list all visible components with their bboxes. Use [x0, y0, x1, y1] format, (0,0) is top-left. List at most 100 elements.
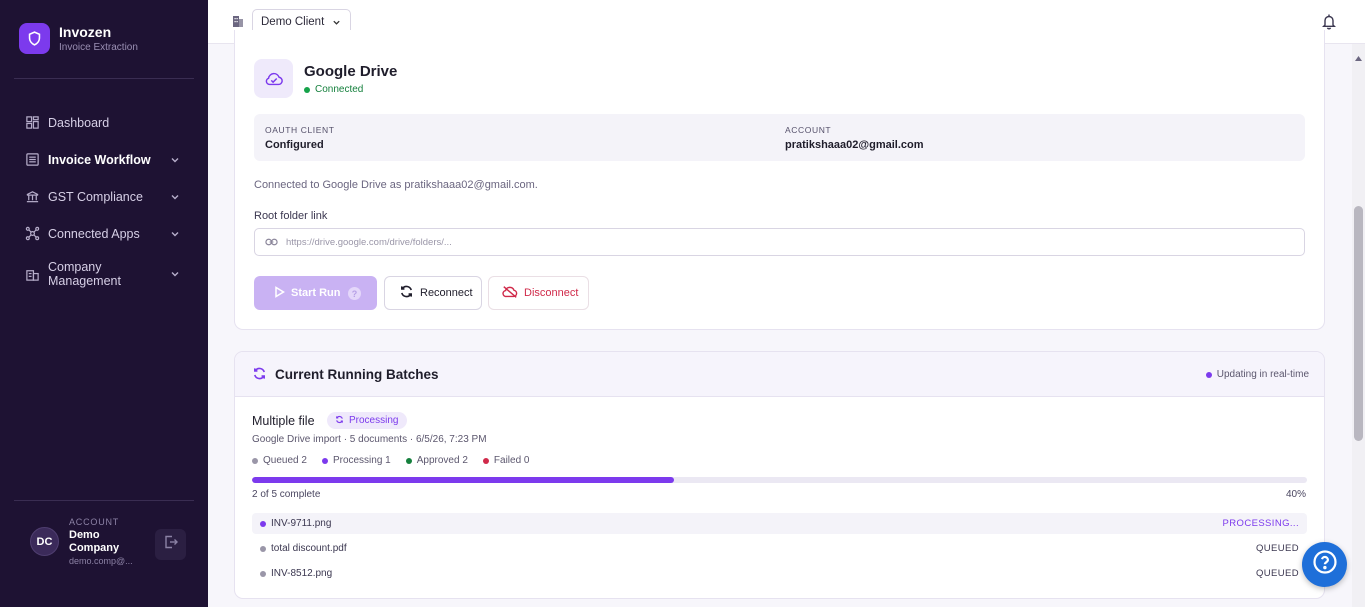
- realtime-dot: [1205, 371, 1212, 378]
- chevron-down-icon: [169, 228, 181, 240]
- question-circle-icon: [1312, 549, 1338, 580]
- sidebar-divider: [14, 78, 194, 79]
- count-queued: Queued 2: [252, 455, 307, 466]
- client-select-value: Demo Client: [261, 16, 325, 28]
- sidebar-item-label: Dashboard: [48, 115, 110, 130]
- sidebar: Invozen Invoice Extraction Dashboard Inv…: [0, 0, 208, 607]
- progress-fill: [252, 477, 674, 483]
- count-dot: [252, 457, 258, 464]
- sidebar-item-dashboard[interactable]: Dashboard: [0, 104, 208, 141]
- count-dot: [482, 457, 489, 464]
- scrollbar-thumb[interactable]: [1354, 206, 1363, 441]
- batch-counts: Queued 2 Processing 1 Approved 2 Failed …: [252, 455, 544, 466]
- disconnect-label: Disconnect: [524, 287, 579, 299]
- account-caption: ACCOUNT: [785, 125, 832, 135]
- file-status: QUEUED: [1255, 568, 1299, 579]
- apps-network-icon: [24, 226, 40, 242]
- logout-button[interactable]: [155, 529, 186, 560]
- page-scrollbar[interactable]: [1352, 44, 1365, 607]
- count-failed: Failed 0: [482, 455, 530, 466]
- sidebar-item-label: GST Compliance: [48, 189, 143, 204]
- chevron-down-icon: [332, 18, 341, 30]
- count-label: Approved 2: [416, 455, 468, 466]
- account-name: Demo Company: [69, 529, 120, 554]
- shield-logo-icon: [19, 23, 50, 54]
- status-dot: [304, 86, 310, 93]
- sync-icon: [252, 366, 267, 386]
- progress-bar: [252, 477, 1307, 483]
- refresh-icon: [399, 284, 420, 302]
- root-folder-input[interactable]: [286, 236, 1186, 248]
- chevron-down-icon: [169, 154, 181, 166]
- file-row[interactable]: INV-9711.png PROCESSING...: [252, 513, 1307, 534]
- help-button[interactable]: [1302, 542, 1347, 587]
- building-icon: [24, 266, 40, 282]
- reconnect-button[interactable]: Reconnect: [384, 276, 482, 310]
- link-icon: [265, 233, 278, 251]
- oauth-client-value: Configured: [265, 139, 324, 151]
- file-status-dot: [260, 520, 266, 527]
- connection-note: Connected to Google Drive as pratikshaaa…: [254, 179, 538, 191]
- integration-title: Google Drive: [304, 63, 398, 80]
- sidebar-item-company-management[interactable]: Company Management: [0, 252, 208, 296]
- sidebar-item-connected-apps[interactable]: Connected Apps: [0, 215, 208, 252]
- count-label: Processing 1: [332, 455, 391, 466]
- running-batches-card: Current Running Batches Updating in real…: [234, 351, 1325, 599]
- file-name: INV-9711.png: [271, 518, 332, 529]
- brand-subtitle: Invoice Extraction: [59, 42, 138, 53]
- count-label: Queued 2: [263, 455, 307, 466]
- reconnect-label: Reconnect: [420, 287, 473, 299]
- connection-info: OAUTH CLIENT Configured ACCOUNT pratiksh…: [254, 114, 1305, 161]
- dashboard-icon: [24, 115, 40, 131]
- cloud-check-icon: [254, 59, 293, 98]
- file-status-dot: [260, 570, 266, 577]
- sync-icon: [335, 415, 349, 427]
- connection-status-text: Connected: [315, 84, 364, 95]
- brand[interactable]: Invozen Invoice Extraction: [19, 23, 138, 54]
- count-label: Failed 0: [493, 455, 530, 466]
- sidebar-item-invoice-workflow[interactable]: Invoice Workflow: [0, 141, 208, 178]
- realtime-indicator: Updating in real-time: [1205, 369, 1309, 380]
- status-badge: Processing: [327, 412, 408, 429]
- connection-status: Connected: [304, 84, 363, 95]
- status-badge-text: Processing: [349, 415, 399, 426]
- count-approved: Approved 2: [405, 455, 468, 466]
- progress-text: 2 of 5 complete: [252, 489, 321, 500]
- start-run-button[interactable]: Start Run ?: [254, 276, 377, 310]
- play-icon: [274, 285, 291, 301]
- account-value: pratikshaaa02@gmail.com: [785, 139, 924, 151]
- google-drive-card: Google Drive Connected OAUTH CLIENT Conf…: [234, 30, 1325, 330]
- count-dot: [405, 457, 412, 464]
- chevron-down-icon: [169, 191, 181, 203]
- file-status: QUEUED: [1255, 543, 1299, 554]
- file-status: PROCESSING...: [1222, 518, 1299, 529]
- oauth-client-caption: OAUTH CLIENT: [265, 125, 335, 135]
- sidebar-divider: [14, 500, 194, 501]
- file-name: total discount.pdf: [271, 543, 347, 554]
- logout-icon: [163, 534, 179, 555]
- brand-name: Invozen: [59, 24, 112, 40]
- avatar: DC: [30, 527, 59, 556]
- account-panel[interactable]: DC ACCOUNT Demo Company demo.comp@...: [30, 517, 141, 566]
- file-name: INV-8512.png: [271, 568, 333, 579]
- start-run-label: Start Run: [291, 287, 341, 299]
- bank-icon: [24, 189, 40, 205]
- scroll-up-arrow-icon[interactable]: [1355, 48, 1362, 66]
- sidebar-item-gst-compliance[interactable]: GST Compliance: [0, 178, 208, 215]
- unlink-cloud-icon: [502, 285, 524, 302]
- realtime-text: Updating in real-time: [1216, 369, 1309, 380]
- sidebar-item-label: Invoice Workflow: [48, 152, 151, 167]
- account-email: demo.comp@...: [69, 556, 133, 566]
- file-status-dot: [260, 545, 266, 552]
- batches-header: Current Running Batches Updating in real…: [235, 352, 1324, 397]
- root-folder-field[interactable]: [254, 228, 1305, 256]
- file-row[interactable]: INV-8512.png QUEUED: [252, 563, 1307, 584]
- disconnect-button[interactable]: Disconnect: [488, 276, 589, 310]
- root-folder-label: Root folder link: [254, 210, 328, 222]
- list-icon: [24, 152, 40, 168]
- count-dot: [321, 457, 328, 464]
- file-row[interactable]: total discount.pdf QUEUED: [252, 538, 1307, 559]
- help-icon[interactable]: ?: [348, 287, 361, 300]
- count-processing: Processing 1: [321, 455, 391, 466]
- batch-meta: Google Drive import · 5 documents · 6/5/…: [252, 434, 487, 445]
